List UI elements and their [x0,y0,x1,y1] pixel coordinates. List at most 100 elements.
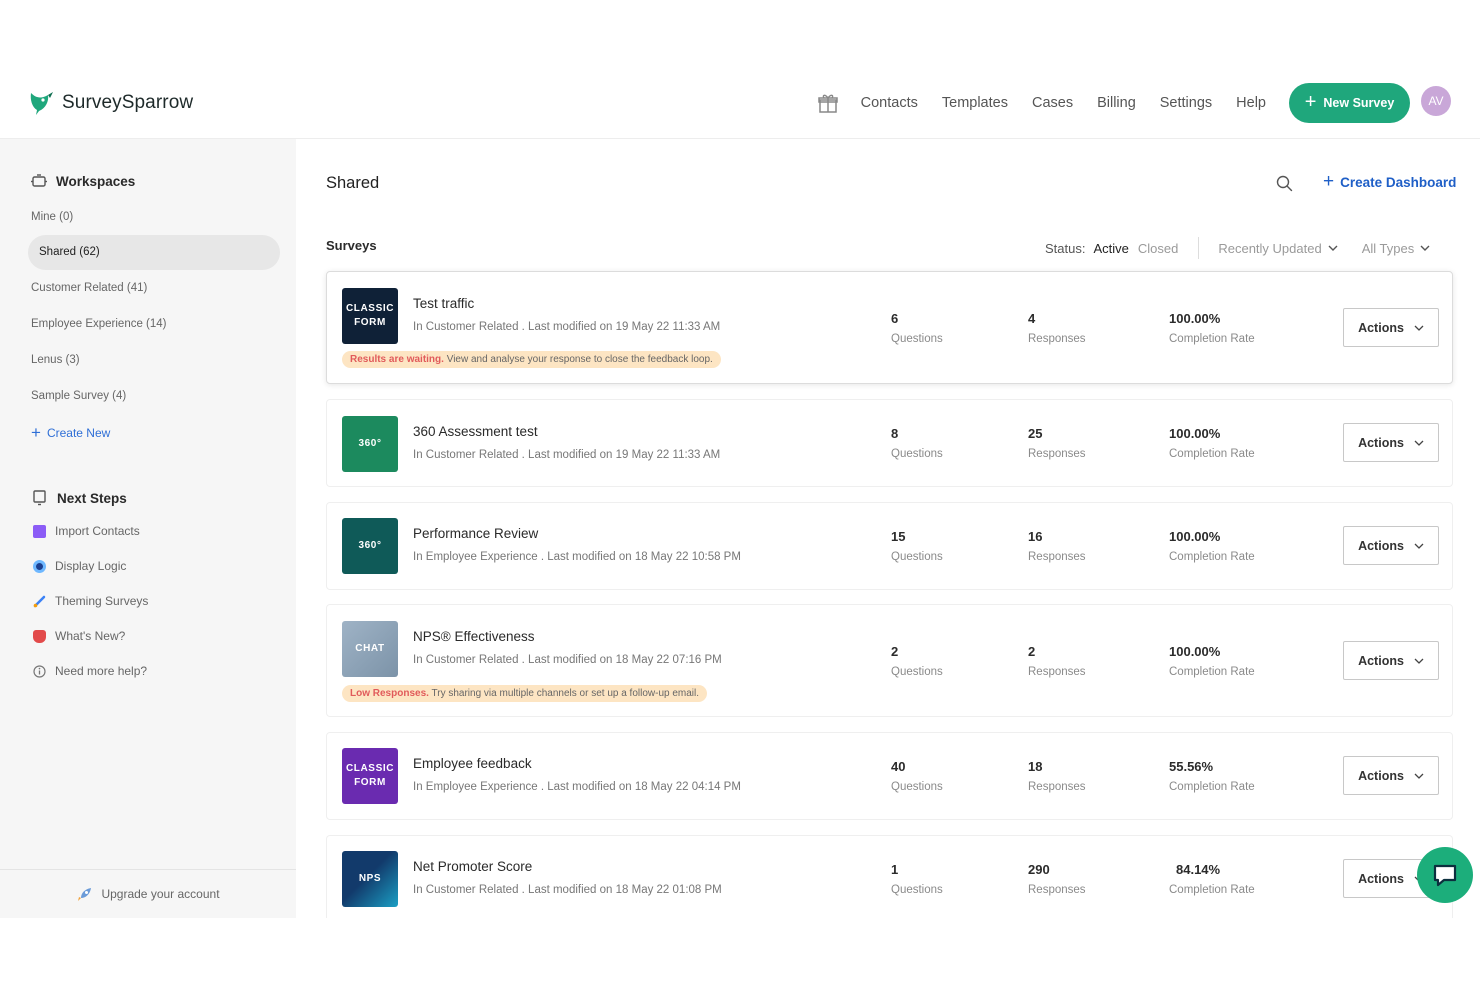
actions-label: Actions [1358,768,1404,783]
actions-button[interactable]: Actions [1343,308,1439,347]
nav-billing[interactable]: Billing [1097,95,1136,111]
nav-cases[interactable]: Cases [1032,95,1073,111]
survey-thumbnail: CLASSIC FORM [342,748,398,804]
questions-label: Questions [891,781,943,793]
brand-logo[interactable]: SurveySparrow [28,89,193,117]
workspaces-heading: Workspaces [30,172,135,190]
sort-dropdown-label: Recently Updated [1218,240,1322,256]
next-step-display-logic[interactable]: Display Logic [33,559,126,573]
status-label: Status: [1045,240,1086,256]
survey-title[interactable]: 360 Assessment test [413,424,538,439]
responses-label: Responses [1028,448,1086,460]
type-dropdown[interactable]: All Types [1362,241,1431,256]
survey-title[interactable]: Test traffic [413,296,474,311]
survey-title[interactable]: Performance Review [413,526,538,541]
completion-stat: 55.56% Completion Rate [1169,759,1255,793]
next-step-label: What's New? [55,629,126,643]
survey-title[interactable]: Employee feedback [413,756,532,771]
create-dashboard-button[interactable]: + Create Dashboard [1323,172,1456,191]
status-active-toggle[interactable]: Active [1093,241,1128,256]
questions-stat: 8 Questions [891,426,943,460]
notice-text: View and analyse your response to close … [443,354,713,365]
nav-templates[interactable]: Templates [942,95,1008,111]
logic-icon [33,559,46,573]
next-step-need-help[interactable]: Need more help? [33,664,147,678]
gift-icon[interactable] [817,92,839,114]
survey-card[interactable]: 360° 360 Assessment test In Customer Rel… [326,399,1453,487]
sidebar-item-mine[interactable]: Mine (0) [31,211,73,223]
chevron-down-icon [1414,440,1424,446]
responses-stat: 16 Responses [1028,529,1086,563]
thumbnail-label: FORM [354,317,386,328]
survey-thumbnail: CHAT [342,621,398,677]
completion-stat: 84.14% Completion Rate [1169,862,1255,896]
create-new-label: Create New [46,425,111,440]
next-steps-heading: Next Steps [31,489,127,507]
thumbnail-label: CLASSIC [345,763,395,774]
survey-card[interactable]: CHAT NPS® Effectiveness In Customer Rela… [326,604,1453,717]
survey-card[interactable]: 360° Performance Review In Employee Expe… [326,502,1453,590]
actions-button[interactable]: Actions [1343,641,1439,680]
nav-settings[interactable]: Settings [1160,95,1212,111]
responses-count: 2 [1028,644,1036,659]
completion-rate: 100.00% [1169,644,1221,659]
chevron-down-icon [1414,773,1424,779]
thumbnail-label: 360° [358,438,382,449]
questions-label: Questions [891,448,943,460]
completion-stat: 100.00% Completion Rate [1169,311,1255,345]
sidebar-item-lenus[interactable]: Lenus (3) [31,354,80,366]
sidebar-item-customer-related[interactable]: Customer Related (41) [31,282,147,294]
questions-count: 40 [891,759,906,774]
questions-stat: 40 Questions [891,759,943,793]
completion-label: Completion Rate [1169,781,1255,793]
questions-label: Questions [891,551,943,563]
survey-meta: In Employee Experience . Last modified o… [413,781,741,793]
survey-meta: In Customer Related . Last modified on 1… [413,449,721,461]
questions-label: Questions [891,333,943,345]
responses-label: Responses [1028,551,1086,563]
next-step-whats-new[interactable]: What's New? [33,629,125,643]
nav-contacts[interactable]: Contacts [861,95,918,111]
sidebar: Workspaces Mine (0) Shared (62) Customer… [0,139,296,918]
top-header: SurveySparrow Contacts Templates Cases B… [0,67,1480,139]
actions-button[interactable]: Actions [1343,423,1439,462]
sort-dropdown[interactable]: Recently Updated [1218,240,1338,256]
responses-stat: 2 Responses [1028,644,1086,678]
completion-rate: 100.00% [1169,529,1221,544]
sidebar-item-shared[interactable]: Shared (62) [28,235,280,270]
new-survey-button[interactable]: + New Survey [1289,83,1410,123]
surveys-section-label: Surveys [326,238,377,253]
next-step-label: Import Contacts [55,524,140,538]
actions-button[interactable]: Actions [1343,756,1439,795]
survey-title[interactable]: NPS® Effectiveness [413,629,535,644]
sidebar-item-employee-experience[interactable]: Employee Experience (14) [31,318,167,330]
create-new-workspace-button[interactable]: + Create New [31,424,110,441]
search-icon[interactable] [1276,175,1293,192]
next-step-import-contacts[interactable]: Import Contacts [33,524,140,538]
chevron-down-icon [1414,658,1424,664]
plus-icon: + [31,423,41,442]
upgrade-account-button[interactable]: Upgrade your account [0,869,296,918]
chevron-down-icon [1414,325,1424,331]
actions-label: Actions [1358,320,1404,335]
completion-stat: 100.00% Completion Rate [1169,644,1255,678]
status-closed-toggle[interactable]: Closed [1138,241,1178,256]
nav-help[interactable]: Help [1236,95,1266,111]
survey-card[interactable]: CLASSIC FORM Employee feedback In Employ… [326,732,1453,820]
sidebar-item-sample-survey[interactable]: Sample Survey (4) [31,390,126,402]
rocket-icon [78,887,92,901]
survey-card[interactable]: CLASSIC FORM Test traffic In Customer Re… [326,271,1453,384]
survey-title[interactable]: Net Promoter Score [413,859,532,874]
next-step-theming-surveys[interactable]: Theming Surveys [33,594,148,608]
avatar[interactable]: AV [1421,86,1451,116]
thumbnail-label: CLASSIC [345,303,395,314]
survey-thumbnail: 360° [342,416,398,472]
survey-notice-banner: Results are waiting. View and analyse yo… [342,351,721,368]
responses-label: Responses [1028,781,1086,793]
actions-button[interactable]: Actions [1343,526,1439,565]
survey-card[interactable]: NPS Net Promoter Score In Customer Relat… [326,835,1453,918]
chat-widget-button[interactable] [1417,847,1473,903]
chevron-down-icon [1420,245,1430,251]
survey-meta: In Customer Related . Last modified on 1… [413,654,722,666]
questions-stat: 1 Questions [891,862,943,896]
